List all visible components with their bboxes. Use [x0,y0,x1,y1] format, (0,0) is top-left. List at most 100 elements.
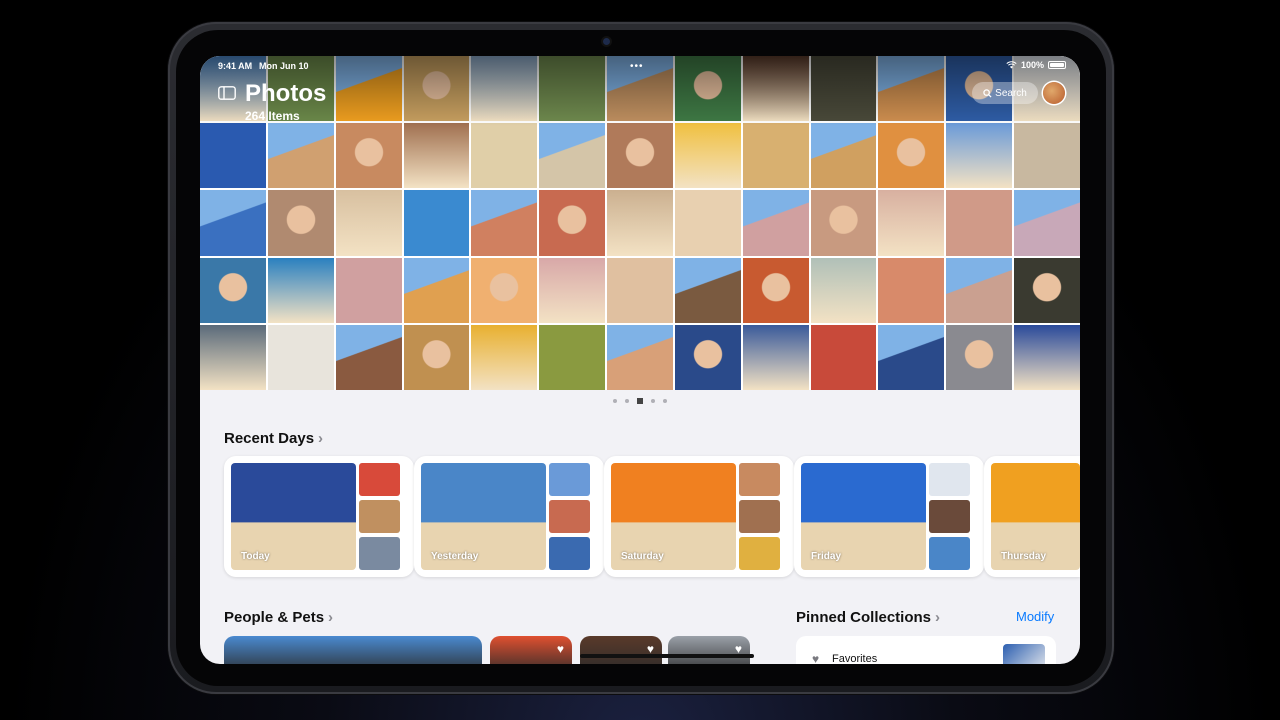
photo-thumbnail[interactable] [946,190,1013,256]
photo-thumbnail[interactable] [810,56,877,122]
pinned-collections-heading[interactable]: Pinned Collections › [796,609,940,626]
photo-thumbnail[interactable] [742,56,809,122]
photo-thumbnail[interactable] [946,257,1013,323]
day-thumbnail [549,500,590,533]
day-card[interactable]: Yesterday [414,456,604,577]
photo-thumbnail[interactable] [267,257,334,323]
day-card[interactable]: Thursday [984,456,1080,577]
photo-thumbnail[interactable] [335,324,402,390]
page-dot[interactable] [625,399,629,403]
photo-thumbnail[interactable] [1014,324,1080,390]
search-button[interactable]: Search [972,82,1038,104]
collection-pager[interactable] [200,398,1080,404]
photo-thumbnail[interactable] [335,123,402,189]
photo-thumbnail[interactable] [539,324,606,390]
photo-thumbnail[interactable] [878,190,945,256]
library-grid-icon[interactable] [637,398,643,404]
day-cover-photo: Today [231,463,356,570]
photo-thumbnail[interactable] [607,123,673,189]
photo-thumbnail[interactable] [742,324,809,390]
day-thumbnail [549,537,590,570]
day-card[interactable]: Today [224,456,414,577]
photo-thumbnail[interactable] [1014,257,1080,323]
photo-thumbnail[interactable] [946,324,1013,390]
photo-thumbnail[interactable] [267,324,334,390]
favorites-thumbnail [1003,644,1045,664]
photo-thumbnail[interactable] [200,123,266,189]
photo-thumbnail[interactable] [810,257,877,323]
photo-thumbnail[interactable] [742,257,809,323]
photo-thumbnail[interactable] [335,56,402,122]
photo-thumbnail[interactable] [1014,190,1080,256]
page-dot[interactable] [613,399,617,403]
favorites-collection[interactable]: ♥ Favorites [796,636,1056,664]
photo-thumbnail[interactable] [674,324,741,390]
day-thumbnail [739,500,780,533]
day-thumbnail [359,500,400,533]
photo-thumbnail[interactable] [878,324,945,390]
photo-thumbnail[interactable] [674,190,741,256]
day-card[interactable]: Friday [794,456,984,577]
day-thumbnail [929,500,970,533]
person-card[interactable] [224,636,482,664]
photo-thumbnail[interactable] [878,56,945,122]
photo-thumbnail[interactable] [471,123,538,189]
photo-thumbnail[interactable] [403,324,470,390]
photo-thumbnail[interactable] [742,190,809,256]
photo-thumbnail[interactable] [878,123,945,189]
photo-thumbnail[interactable] [403,190,470,256]
page-dot[interactable] [663,399,667,403]
heart-icon[interactable]: ♥ [557,642,564,656]
day-card[interactable]: Saturday [604,456,794,577]
photo-thumbnail[interactable] [674,123,741,189]
day-thumbnail [739,537,780,570]
status-time: 9:41 AM [218,61,253,71]
sidebar-icon[interactable] [218,86,236,100]
photo-thumbnail[interactable] [471,324,538,390]
photo-thumbnail[interactable] [1014,123,1080,189]
photo-thumbnail[interactable] [539,257,606,323]
person-card[interactable]: ♥ [490,636,572,664]
photo-thumbnail[interactable] [403,123,470,189]
photo-thumbnail[interactable] [810,190,877,256]
photo-thumbnail[interactable] [471,56,538,122]
person-card[interactable]: ♥ [668,636,750,664]
day-label: Saturday [621,551,664,562]
account-avatar[interactable] [1043,82,1065,104]
photo-thumbnail[interactable] [200,324,266,390]
photo-thumbnail[interactable] [674,257,741,323]
photo-thumbnail[interactable] [878,257,945,323]
photo-thumbnail[interactable] [200,257,266,323]
photo-thumbnail[interactable] [539,123,606,189]
recent-days-heading[interactable]: Recent Days › [224,430,323,447]
photo-thumbnail[interactable] [335,190,402,256]
photo-thumbnail[interactable] [267,123,334,189]
favorites-label: Favorites [832,653,878,664]
person-card[interactable]: ♥ [580,636,662,664]
photo-thumbnail[interactable] [335,257,402,323]
day-label: Yesterday [431,551,479,562]
photo-thumbnail[interactable] [946,123,1013,189]
photo-thumbnail[interactable] [539,190,606,256]
day-thumbnail [549,463,590,496]
home-indicator[interactable] [580,654,754,658]
photo-thumbnail[interactable] [471,190,538,256]
photo-thumbnail[interactable] [742,123,809,189]
photo-thumbnail[interactable] [607,257,673,323]
photo-thumbnail[interactable] [471,257,538,323]
photo-thumbnail[interactable] [674,56,741,122]
photo-thumbnail[interactable] [607,190,673,256]
photo-thumbnail[interactable] [200,190,266,256]
photo-thumbnail[interactable] [403,56,470,122]
people-pets-heading[interactable]: People & Pets › [224,609,333,626]
page-dot[interactable] [651,399,655,403]
photo-thumbnail[interactable] [810,123,877,189]
modify-button[interactable]: Modify [1016,609,1054,624]
photo-thumbnail[interactable] [539,56,606,122]
multitasking-dots-icon[interactable]: ••• [630,61,644,72]
photo-thumbnail[interactable] [607,324,673,390]
photo-thumbnail[interactable] [403,257,470,323]
photo-library-grid [200,56,1080,390]
photo-thumbnail[interactable] [267,190,334,256]
photo-thumbnail[interactable] [810,324,877,390]
